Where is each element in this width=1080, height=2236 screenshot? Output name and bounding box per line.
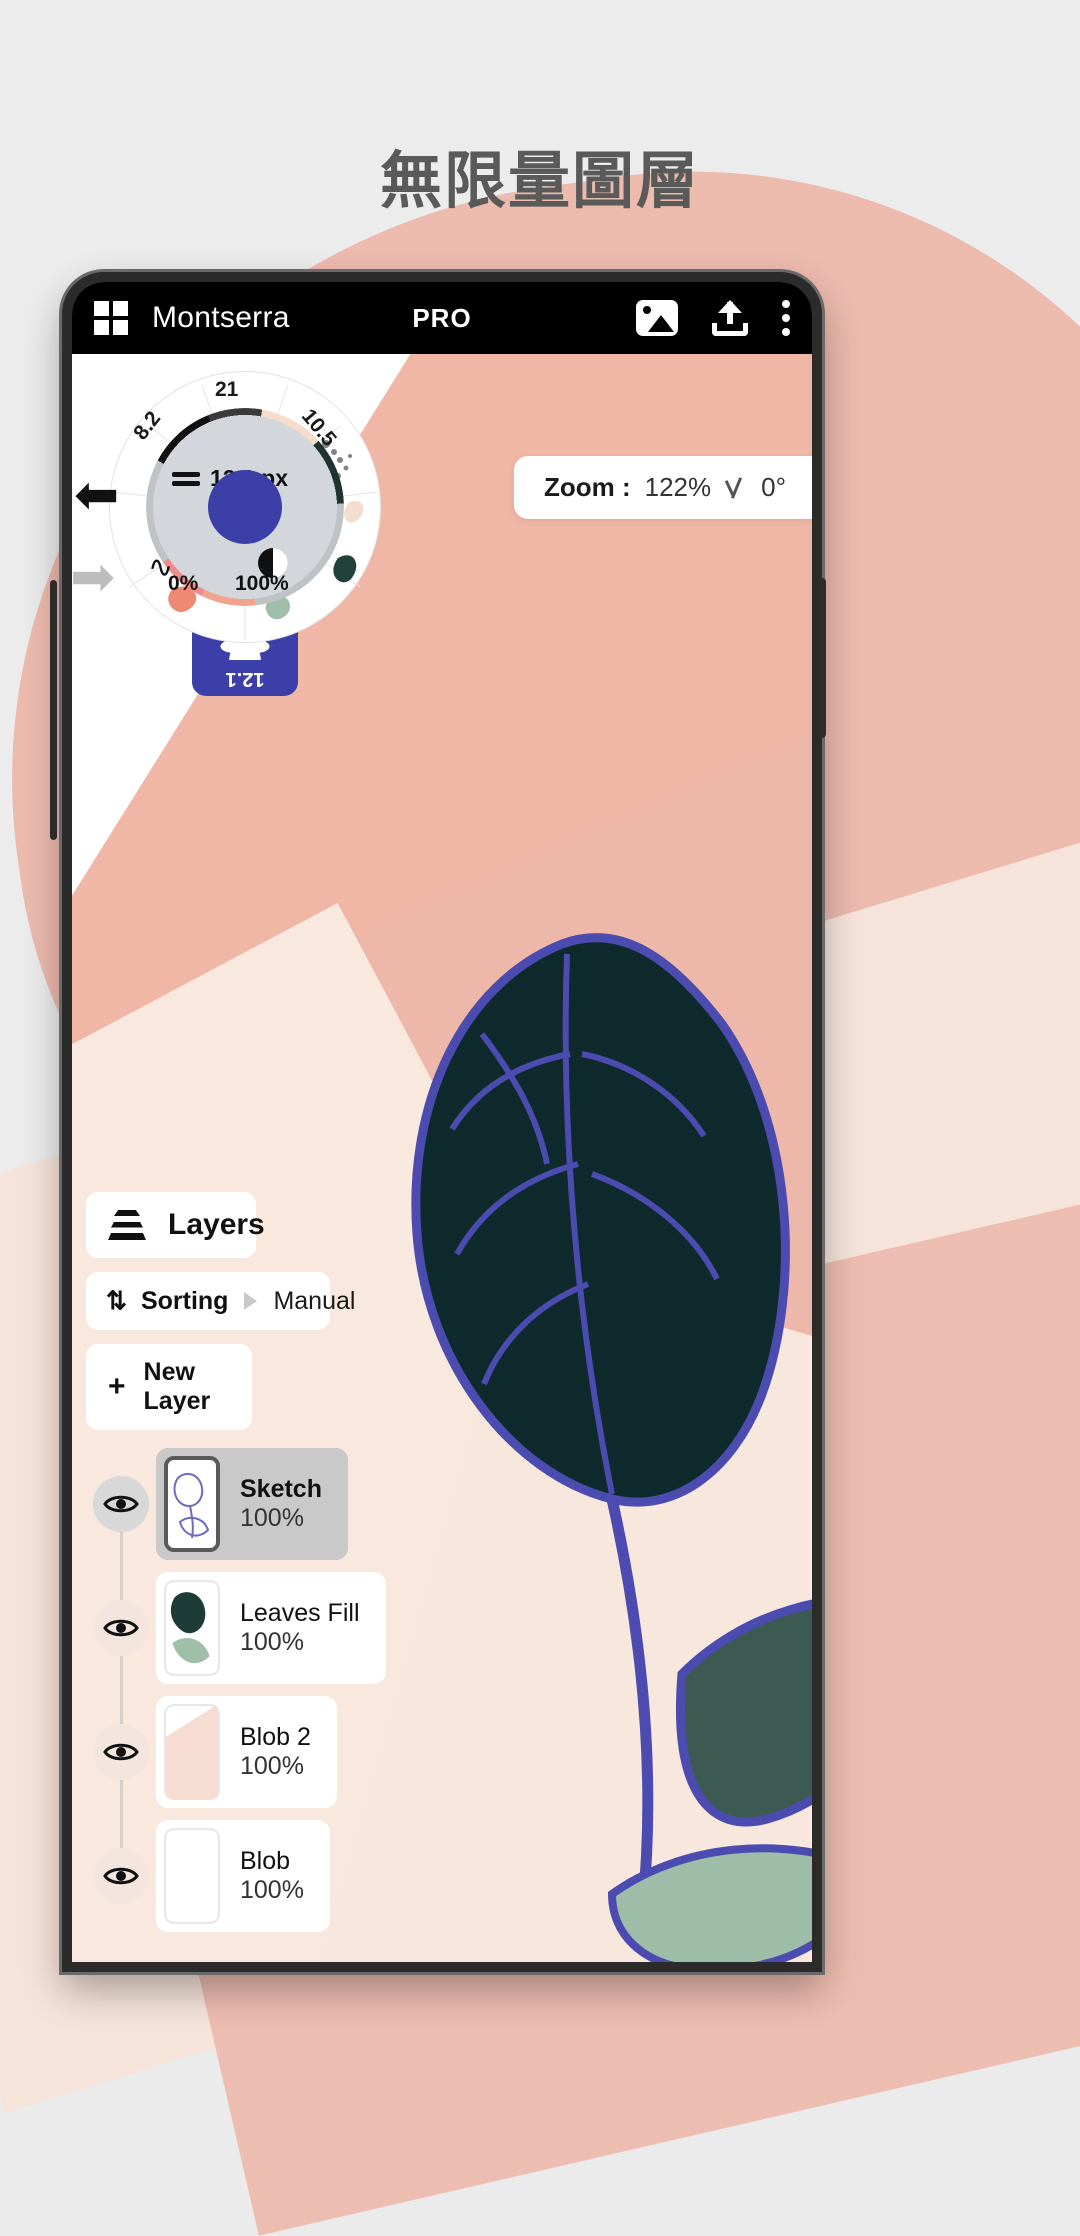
layer-card[interactable]: Blob 100% — [156, 1820, 330, 1932]
layer-opacity: 100% — [240, 1628, 304, 1656]
layer-name: Blob 2 — [240, 1723, 311, 1751]
layer-visibility-toggle[interactable] — [93, 1476, 149, 1532]
layer-card[interactable]: Sketch 100% — [156, 1448, 348, 1560]
brush-color-core[interactable] — [208, 470, 282, 544]
layer-thumbnail — [164, 1828, 220, 1924]
layer-thumbnail — [164, 1580, 220, 1676]
redo-arrow-icon[interactable]: ⬅ — [72, 547, 115, 607]
sorting-row[interactable]: ⇅ Sorting Manual — [86, 1272, 355, 1330]
new-layer-button[interactable]: + New Layer — [86, 1344, 252, 1430]
layer-list: Sketch 100% Leaves Fill 100% Blob 2 100%… — [86, 1448, 416, 1932]
zoom-label: Zoom : — [543, 472, 631, 502]
image-icon[interactable] — [636, 300, 678, 336]
chevron-right-icon — [244, 1292, 258, 1310]
layer-name: Blob — [240, 1847, 291, 1875]
layer-name: Sketch — [240, 1475, 322, 1503]
zoom-value: 122% — [644, 472, 712, 502]
phone-mockup: Montserra PRO Zoom: 122% 0° 8.2 21 10.5… — [62, 272, 822, 1972]
layer-thumbnail — [164, 1456, 220, 1552]
app-title: Montserra — [152, 301, 290, 334]
phone-screen: Montserra PRO Zoom: 122% 0° 8.2 21 10.5… — [72, 282, 812, 1962]
undo-arrow-icon[interactable]: ⬅ — [74, 468, 119, 522]
layer-opacity: 100% — [240, 1752, 304, 1780]
layers-panel: Layers ⇅ Sorting Manual + New Layer Sket… — [86, 1192, 416, 1944]
sorting-value: Manual — [273, 1286, 356, 1315]
layer-visibility-toggle[interactable] — [93, 1600, 149, 1656]
layer-card[interactable]: Blob 2 100% — [156, 1696, 337, 1808]
layer-visibility-toggle[interactable] — [93, 1848, 149, 1904]
rotate-icon — [725, 477, 747, 499]
brush-preview-value: 12.1 — [225, 668, 265, 690]
layer-visibility-toggle[interactable] — [93, 1724, 149, 1780]
table-row[interactable]: Blob 100% — [86, 1820, 416, 1932]
sorting-label: Sorting — [140, 1286, 229, 1315]
grid-menu-icon[interactable] — [94, 301, 128, 335]
zoom-indicator[interactable]: Zoom : 122% 0° — [513, 456, 812, 519]
app-toolbar: Montserra PRO — [72, 282, 812, 354]
rotation-angle: 0° — [761, 472, 786, 502]
table-row[interactable]: Leaves Fill 100% — [86, 1572, 416, 1684]
plus-icon: + — [108, 1370, 126, 1403]
layers-stack-icon — [108, 1210, 146, 1240]
brush-size-icon — [172, 471, 200, 486]
layer-card[interactable]: Leaves Fill 100% — [156, 1572, 386, 1684]
layer-opacity: 100% — [240, 1504, 304, 1532]
new-layer-label: New Layer — [143, 1358, 211, 1415]
phone-power-button — [50, 580, 57, 840]
pro-badge: PRO — [412, 302, 472, 333]
phone-volume-button — [818, 578, 826, 738]
table-row[interactable]: Blob 2 100% — [86, 1696, 416, 1808]
layer-name: Leaves Fill — [240, 1599, 360, 1627]
drawing-canvas[interactable]: Zoom : 122% 0° 8.2 21 10.5 px ∿ 0% 100% … — [72, 354, 812, 1962]
upload-icon[interactable] — [710, 298, 750, 338]
page-headline: 無限量圖層 — [379, 147, 700, 216]
brush-sector-value-2[interactable]: 21 — [215, 378, 238, 402]
layers-panel-header[interactable]: Layers — [86, 1192, 265, 1258]
brush-min-percent: 0% — [168, 572, 199, 595]
layer-thumbnail — [164, 1704, 220, 1800]
sort-updown-icon: ⇅ — [106, 1287, 127, 1315]
more-vertical-icon[interactable] — [782, 300, 790, 336]
brush-radial-menu[interactable]: 8.2 21 10.5 12.1 px ∿ 0% 100% ⬅ ⬅ 12.1 — [72, 372, 450, 712]
layers-title: Layers — [168, 1208, 265, 1241]
table-row[interactable]: Sketch 100% — [86, 1448, 416, 1560]
brush-max-percent: 100% — [235, 572, 289, 595]
layer-opacity: 100% — [240, 1876, 304, 1904]
